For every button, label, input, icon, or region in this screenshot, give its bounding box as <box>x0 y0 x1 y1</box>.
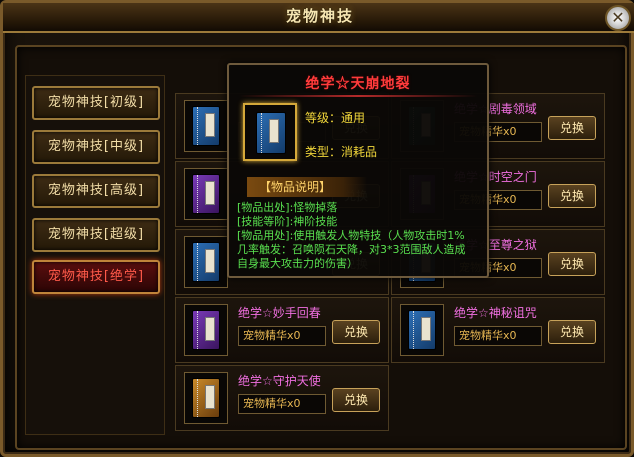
skill-card[interactable]: 绝学☆妙手回春 宠物精华x0 兑换 <box>175 297 389 363</box>
exchange-button[interactable]: 兑换 <box>548 116 596 140</box>
type-label: 类型： <box>305 145 342 159</box>
skill-book-slot[interactable] <box>184 168 228 220</box>
skill-name: 绝学☆守护天使 <box>238 374 321 388</box>
essence-count: 宠物精华x0 <box>238 326 326 346</box>
skill-book-slot[interactable] <box>184 372 228 424</box>
exchange-button[interactable]: 兑换 <box>548 184 596 208</box>
blue-book-icon <box>192 242 220 282</box>
essence-count: 宠物精华x0 <box>238 394 326 414</box>
tooltip-title: 绝学☆天崩地裂 <box>305 76 411 92</box>
level-value: 通用 <box>341 111 366 125</box>
tooltip-item-slot <box>243 103 297 161</box>
purple-book-icon <box>192 174 220 214</box>
item-description: [物品出处]:怪物掉落 [技能等阶]:神阶技能 [物品用处]:使用触发人物特技（… <box>237 201 485 271</box>
level-row: 等级：通用 <box>305 109 365 126</box>
category-sidebar: 宠物神技[初级] 宠物神技[中级] 宠物神技[高级] 宠物神技[超级] 宠物神技… <box>25 75 165 435</box>
description-line: [物品出处]:怪物掉落 <box>237 201 338 214</box>
blue-book-icon <box>192 106 220 146</box>
sidebar-item-advanced[interactable]: 宠物神技[高级] <box>32 174 160 208</box>
description-line: [技能等阶]:神阶技能 <box>237 215 338 228</box>
essence-count: 宠物精华x0 <box>454 326 542 346</box>
skill-book-slot[interactable] <box>184 304 228 356</box>
sidebar-item-super[interactable]: 宠物神技[超级] <box>32 218 160 252</box>
title-bar[interactable]: 宠物神技 ✕ <box>3 3 634 33</box>
type-value: 消耗品 <box>341 145 378 159</box>
exchange-button[interactable]: 兑换 <box>548 252 596 276</box>
exchange-button[interactable]: 兑换 <box>548 320 596 344</box>
title-divider <box>239 95 477 97</box>
blue-book-icon <box>256 112 286 154</box>
item-tooltip: 绝学☆天崩地裂 等级：通用 类型：消耗品 【物品说明】 [物品出处]:怪物掉落 … <box>227 63 489 278</box>
orange-book-icon <box>192 378 220 418</box>
sidebar-item-intermediate[interactable]: 宠物神技[中级] <box>32 130 160 164</box>
purple-book-icon <box>192 310 220 350</box>
skill-name: 绝学☆神秘诅咒 <box>454 306 537 320</box>
skill-book-slot[interactable] <box>400 304 444 356</box>
exchange-button[interactable]: 兑换 <box>332 320 380 344</box>
skill-card[interactable]: 绝学☆神秘诅咒 宠物精华x0 兑换 <box>391 297 605 363</box>
exchange-button[interactable]: 兑换 <box>332 388 380 412</box>
type-row: 类型：消耗品 <box>305 143 377 160</box>
window-title: 宠物神技 <box>285 7 354 25</box>
pet-skill-window: 宠物神技 ✕ 宠物神技[初级] 宠物神技[中级] 宠物神技[高级] 宠物神技[超… <box>0 0 634 457</box>
blue-book-icon <box>408 310 436 350</box>
sidebar-item-ultimate[interactable]: 宠物神技[绝学] <box>32 260 160 294</box>
skill-name: 绝学☆妙手回春 <box>238 306 321 320</box>
skill-book-slot[interactable] <box>184 100 228 152</box>
description-line: 自身最大攻击力的伤害） <box>237 257 358 270</box>
description-header: 【物品说明】 <box>247 177 367 197</box>
description-line: [物品用处]:使用触发人物特技（人物攻击时1% <box>237 229 465 242</box>
close-icon[interactable]: ✕ <box>605 5 631 31</box>
description-line: 几率触发：召唤陨石天降，对3*3范围敌人造成 <box>237 243 466 256</box>
level-label: 等级： <box>305 111 342 125</box>
sidebar-item-basic[interactable]: 宠物神技[初级] <box>32 86 160 120</box>
skill-card[interactable]: 绝学☆守护天使 宠物精华x0 兑换 <box>175 365 389 431</box>
skill-book-slot[interactable] <box>184 236 228 288</box>
